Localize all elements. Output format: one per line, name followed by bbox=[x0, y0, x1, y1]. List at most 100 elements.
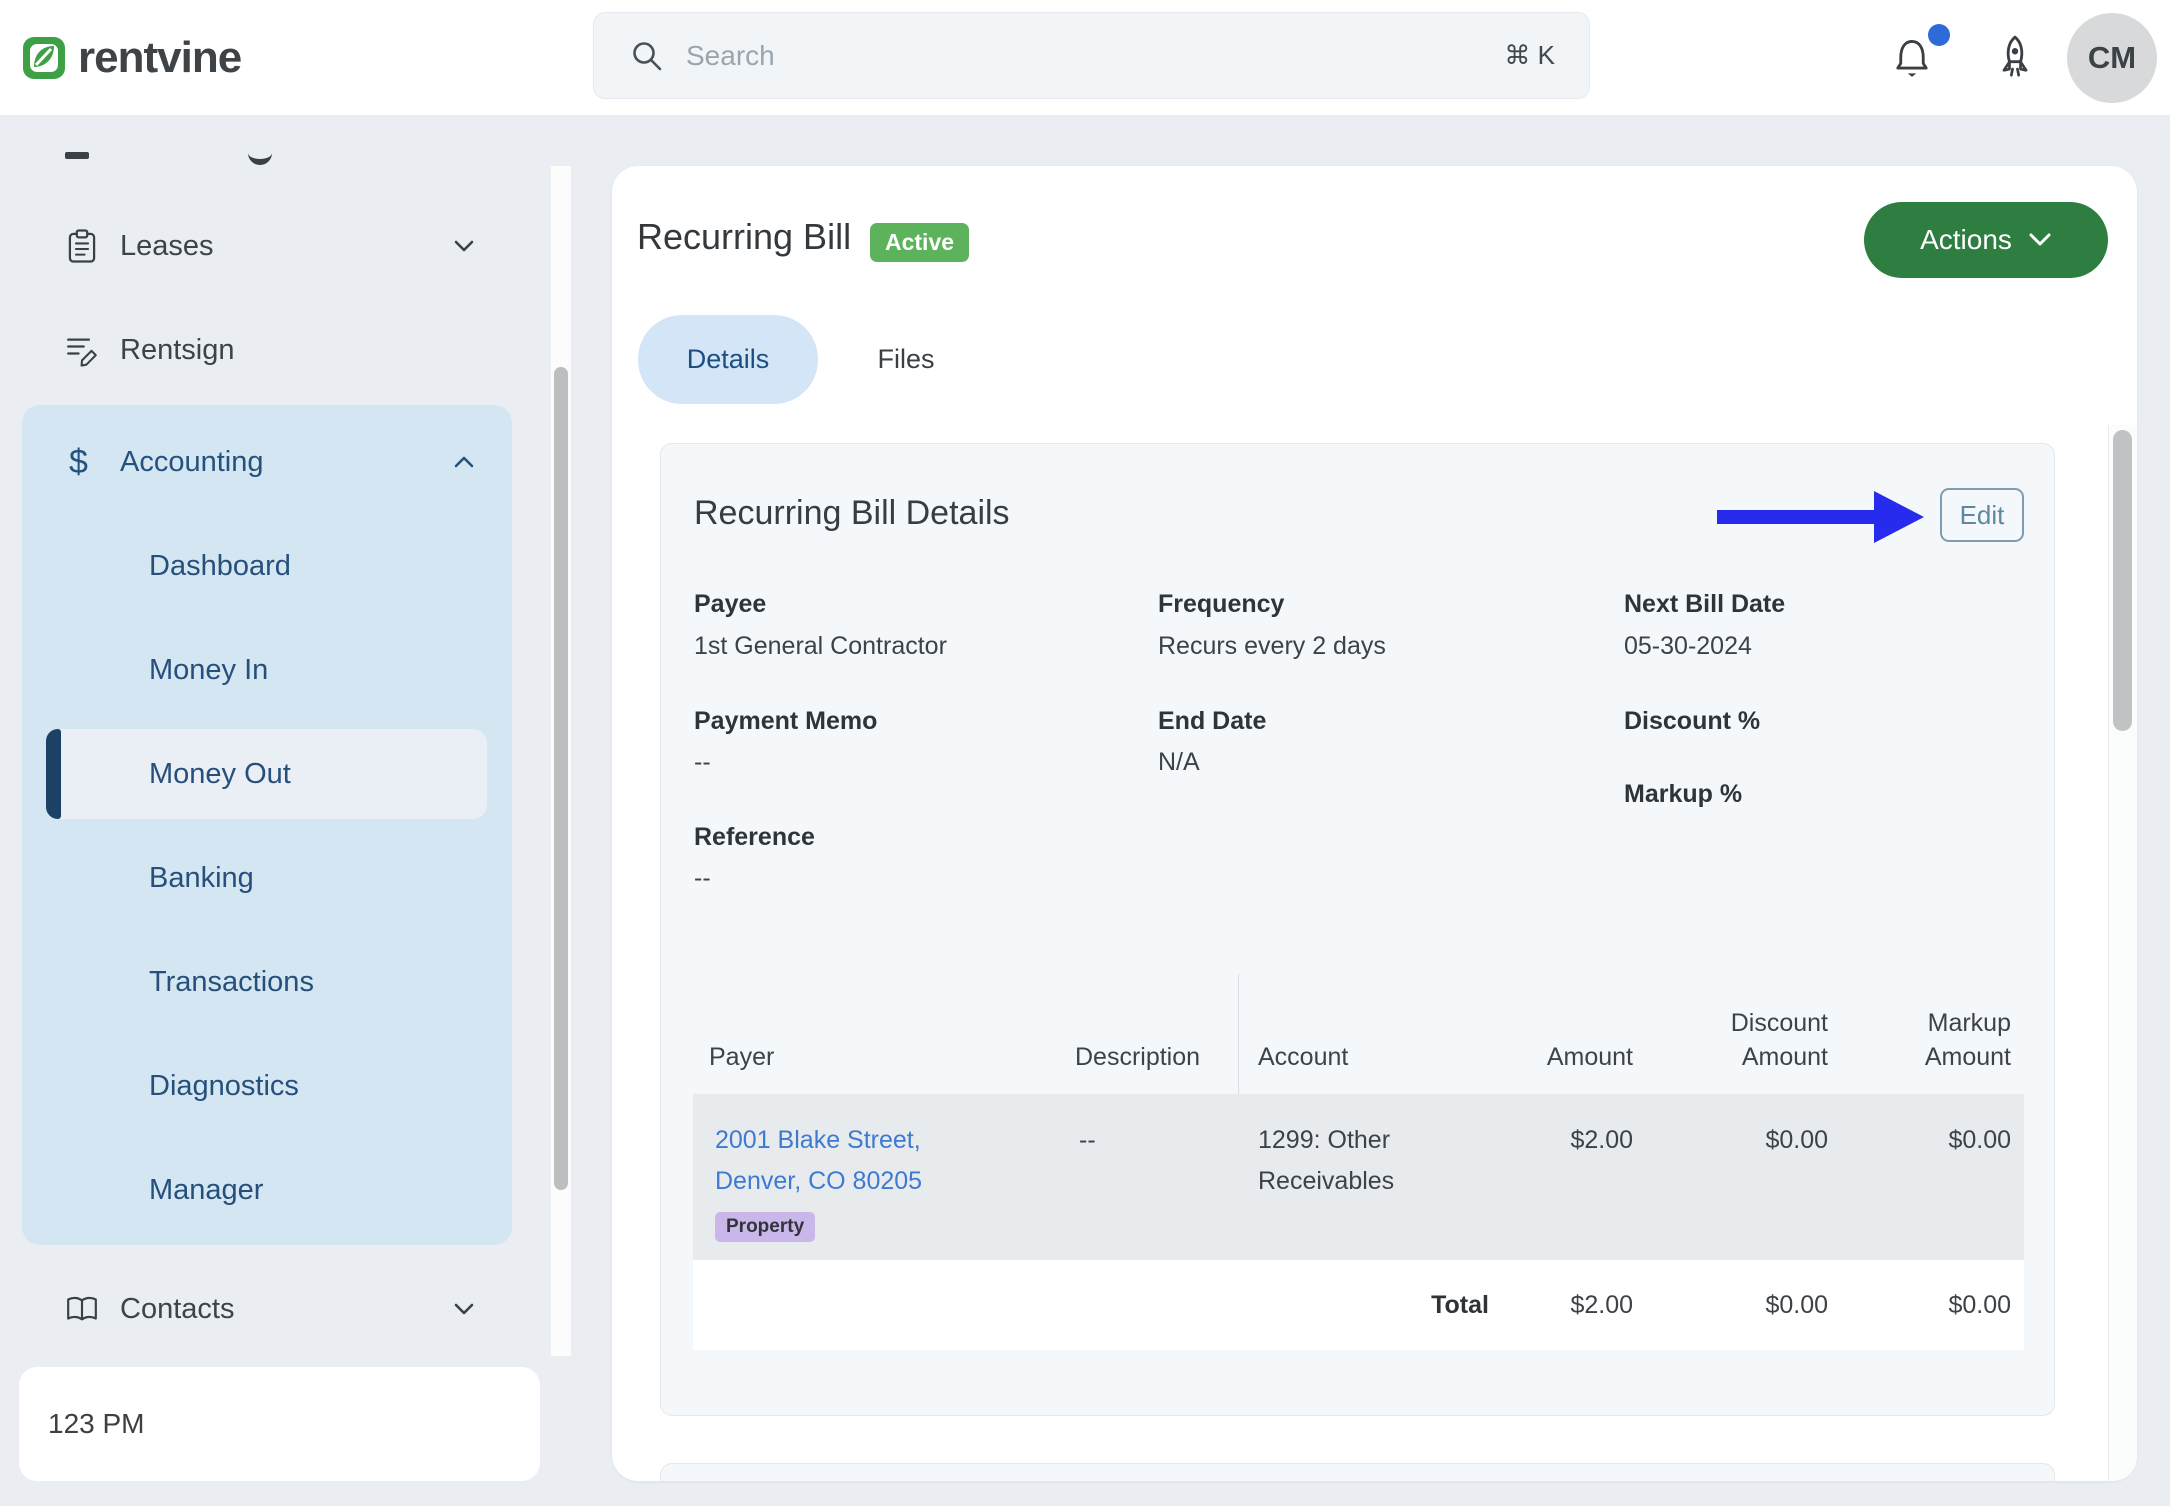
top-bar: rentvine ⌘ K C bbox=[0, 0, 2170, 115]
section-title: Recurring Bill Details bbox=[694, 492, 1010, 534]
sidebar-item-label: Money In bbox=[149, 654, 268, 687]
status-badge: Active bbox=[870, 223, 969, 262]
recurring-bill-card: Recurring Bill Active Actions Details Fi… bbox=[612, 166, 2137, 1481]
notifications-button[interactable] bbox=[1886, 0, 1938, 115]
field-value-payment-memo: -- bbox=[694, 746, 711, 778]
selected-indicator-bar bbox=[46, 729, 61, 819]
sidebar-item-label: Manager bbox=[149, 1174, 263, 1207]
field-value-reference: -- bbox=[694, 862, 711, 894]
total-label: Total bbox=[693, 1291, 1489, 1320]
content-scrollbar-track bbox=[2108, 425, 2137, 1481]
sidebar-item-accounting[interactable]: $ Accounting bbox=[22, 417, 512, 507]
tab-files[interactable]: Files bbox=[852, 315, 960, 404]
tab-details[interactable]: Details bbox=[638, 315, 818, 404]
logo-text: rentvine bbox=[78, 33, 241, 83]
cell-discount-amount: $0.00 bbox=[1646, 1120, 1841, 1260]
whats-new-button[interactable] bbox=[1988, 0, 2042, 115]
field-label-payee: Payee bbox=[694, 588, 766, 620]
actions-label: Actions bbox=[1920, 224, 2012, 256]
sidebar-item-label: Accounting bbox=[120, 446, 264, 479]
field-label-frequency: Frequency bbox=[1158, 588, 1284, 620]
cell-markup-amount: $0.00 bbox=[1841, 1120, 2024, 1260]
sidebar-item-manager[interactable]: Manager bbox=[22, 1145, 512, 1235]
content-scrollbar-thumb[interactable] bbox=[2113, 430, 2132, 731]
header-description: Description bbox=[1061, 1040, 1241, 1074]
sidebar-scrollbar-thumb[interactable] bbox=[554, 367, 568, 1190]
sidebar-item-label: Money Out bbox=[46, 758, 291, 791]
sidebar-item-label: Banking bbox=[149, 862, 254, 895]
cell-description: -- bbox=[1061, 1120, 1241, 1260]
sidebar-item-transactions[interactable]: Transactions bbox=[22, 937, 512, 1027]
avatar[interactable]: CM bbox=[2067, 13, 2157, 103]
recurring-bill-details-section: Recurring Bill Details Edit Payee 1st Ge… bbox=[660, 443, 2055, 1416]
field-value-frequency: Recurs every 2 days bbox=[1158, 630, 1386, 662]
page-title: Recurring Bill bbox=[637, 216, 851, 258]
notification-badge-dot bbox=[1928, 24, 1950, 46]
clock-widget: 123 PM bbox=[19, 1367, 540, 1481]
total-discount-amount: $0.00 bbox=[1646, 1291, 1841, 1320]
next-section-preview bbox=[660, 1463, 2055, 1481]
property-badge: Property bbox=[715, 1212, 815, 1242]
header-markup-amount: Markup Amount bbox=[1841, 1006, 2024, 1074]
field-label-markup-pct: Markup % bbox=[1624, 778, 1742, 810]
sidebar-item-rentsign[interactable]: Rentsign bbox=[0, 305, 520, 395]
header-discount-amount: Discount Amount bbox=[1646, 1006, 1841, 1074]
sidebar-item-money-in[interactable]: Money In bbox=[22, 625, 512, 715]
tab-label: Details bbox=[687, 344, 770, 375]
book-icon bbox=[63, 1290, 101, 1328]
sidebar-item-label: Rentsign bbox=[120, 334, 234, 367]
tab-label: Files bbox=[877, 344, 934, 375]
field-label-discount-pct: Discount % bbox=[1624, 705, 1760, 737]
total-amount: $2.00 bbox=[1489, 1291, 1646, 1320]
actions-button[interactable]: Actions bbox=[1864, 202, 2108, 278]
payer-link[interactable]: 2001 Blake Street, Denver, CO 80205 bbox=[715, 1120, 965, 1202]
rentvine-leaf-icon bbox=[20, 34, 68, 82]
cell-account: 1299: Other Receivables bbox=[1241, 1120, 1443, 1260]
sidebar: Leases Rentsign $ Accounting Dashboard bbox=[0, 115, 612, 1506]
field-value-payee: 1st General Contractor bbox=[694, 630, 947, 662]
header-account: Account bbox=[1241, 1040, 1441, 1074]
app-logo: rentvine bbox=[20, 0, 241, 115]
cell-amount: $2.00 bbox=[1441, 1120, 1646, 1260]
annotation-arrow bbox=[1717, 510, 1874, 524]
annotation-arrow-head bbox=[1874, 491, 1924, 543]
field-label-payment-memo: Payment Memo bbox=[694, 705, 877, 737]
header-column-divider bbox=[1238, 974, 1239, 1094]
document-pencil-icon bbox=[63, 331, 101, 369]
field-value-end-date: N/A bbox=[1158, 746, 1200, 778]
sidebar-item-money-out[interactable]: Money Out bbox=[46, 729, 487, 819]
sidebar-item-leases[interactable]: Leases bbox=[0, 201, 520, 291]
field-label-end-date: End Date bbox=[1158, 705, 1266, 737]
cell-payer: 2001 Blake Street, Denver, CO 80205 Prop… bbox=[693, 1120, 1061, 1260]
table-row: 2001 Blake Street, Denver, CO 80205 Prop… bbox=[693, 1094, 2024, 1260]
header-text: Discount Amount bbox=[1710, 1006, 1828, 1074]
sidebar-item-diagnostics[interactable]: Diagnostics bbox=[22, 1041, 512, 1131]
dollar-icon: $ bbox=[69, 443, 101, 482]
sidebar-item-dashboard[interactable]: Dashboard bbox=[22, 521, 512, 611]
field-label-reference: Reference bbox=[694, 821, 815, 853]
clock-text: 123 PM bbox=[48, 1408, 145, 1440]
sidebar-item-label: Dashboard bbox=[149, 550, 291, 583]
search-icon bbox=[630, 39, 664, 73]
line-items-table: Payer Description Account Amount Discoun… bbox=[693, 970, 2024, 1350]
sidebar-group-accounting: $ Accounting Dashboard Money In Money Ou… bbox=[22, 405, 512, 1245]
clipboard-icon bbox=[63, 227, 101, 265]
sidebar-item-label: Leases bbox=[120, 230, 214, 263]
field-label-next-bill-date: Next Bill Date bbox=[1624, 588, 1785, 620]
edit-button[interactable]: Edit bbox=[1940, 488, 2024, 542]
table-total-row: Total $2.00 $0.00 $0.00 bbox=[693, 1260, 2024, 1350]
field-value-next-bill-date: 05-30-2024 bbox=[1624, 630, 1752, 662]
chevron-down-icon bbox=[2028, 232, 2052, 248]
search-input[interactable] bbox=[684, 39, 1504, 73]
global-search: ⌘ K bbox=[593, 12, 1590, 99]
sidebar-item-banking[interactable]: Banking bbox=[22, 833, 512, 923]
partial-text-fragment bbox=[248, 145, 272, 165]
chevron-down-icon bbox=[450, 232, 478, 260]
chevron-down-icon bbox=[450, 1295, 478, 1323]
sidebar-item-label: Transactions bbox=[149, 966, 314, 999]
partial-icon-fragment bbox=[65, 152, 89, 159]
sidebar-scrollbar-track bbox=[550, 166, 572, 1356]
header-amount: Amount bbox=[1441, 1040, 1646, 1074]
sidebar-item-label: Contacts bbox=[120, 1293, 234, 1326]
sidebar-item-contacts[interactable]: Contacts bbox=[0, 1264, 520, 1354]
